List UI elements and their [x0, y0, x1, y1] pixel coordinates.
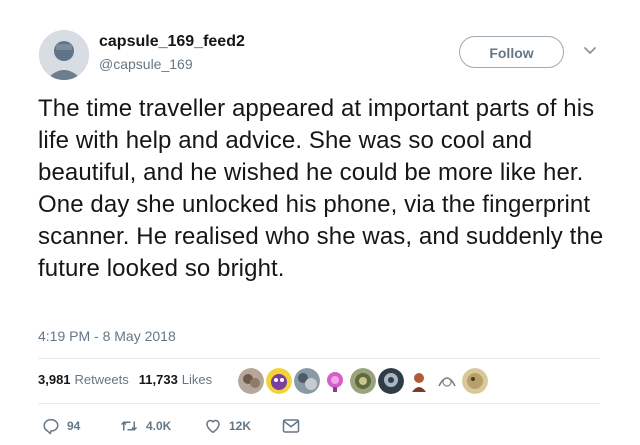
reply-button[interactable]: 94 [42, 417, 119, 435]
likes-count[interactable]: 11,733 [139, 372, 178, 387]
retweets-label[interactable]: Retweets [75, 372, 129, 387]
liker-avatar[interactable] [294, 368, 320, 394]
chevron-down-icon[interactable] [583, 46, 597, 56]
heart-icon [206, 419, 220, 434]
divider [38, 358, 600, 359]
reply-count: 94 [67, 419, 81, 433]
tweet-stats: 3,981 Retweets 11,733 Likes [38, 372, 222, 387]
liker-avatar[interactable] [378, 368, 404, 394]
tweet-timestamp[interactable]: 4:19 PM - 8 May 2018 [38, 328, 176, 344]
liker-avatar[interactable] [266, 368, 292, 394]
retweet-icon [120, 421, 138, 431]
reply-icon [43, 418, 59, 435]
tweet-text: The time traveller appeared at important… [38, 95, 604, 282]
envelope-icon [282, 419, 300, 433]
follow-button[interactable]: Follow [459, 36, 564, 68]
liker-avatar[interactable] [462, 368, 488, 394]
liker-avatar[interactable] [406, 368, 432, 394]
like-count: 12K [229, 419, 252, 433]
retweet-count: 4.0K [146, 419, 172, 433]
like-button[interactable]: 12K [204, 417, 282, 435]
liker-avatar[interactable] [434, 368, 460, 394]
user-handle[interactable]: @capsule_169 [99, 56, 193, 72]
avatar[interactable] [39, 30, 89, 80]
liker-avatars [238, 368, 490, 394]
liker-avatar[interactable] [238, 368, 264, 394]
likes-label[interactable]: Likes [182, 372, 212, 387]
retweets-count[interactable]: 3,981 [38, 372, 71, 387]
retweet-button[interactable]: 4.0K [119, 417, 204, 435]
liker-avatar[interactable] [322, 368, 348, 394]
liker-avatar[interactable] [350, 368, 376, 394]
tweet-actions: 94 4.0K 12K [42, 417, 307, 435]
tweet-card: capsule_169_feed2 @capsule_169 Follow Th… [0, 0, 640, 445]
direct-message-button[interactable] [282, 418, 307, 434]
user-avatar-icon [39, 30, 89, 80]
display-name[interactable]: capsule_169_feed2 [99, 33, 245, 51]
divider [38, 403, 600, 404]
